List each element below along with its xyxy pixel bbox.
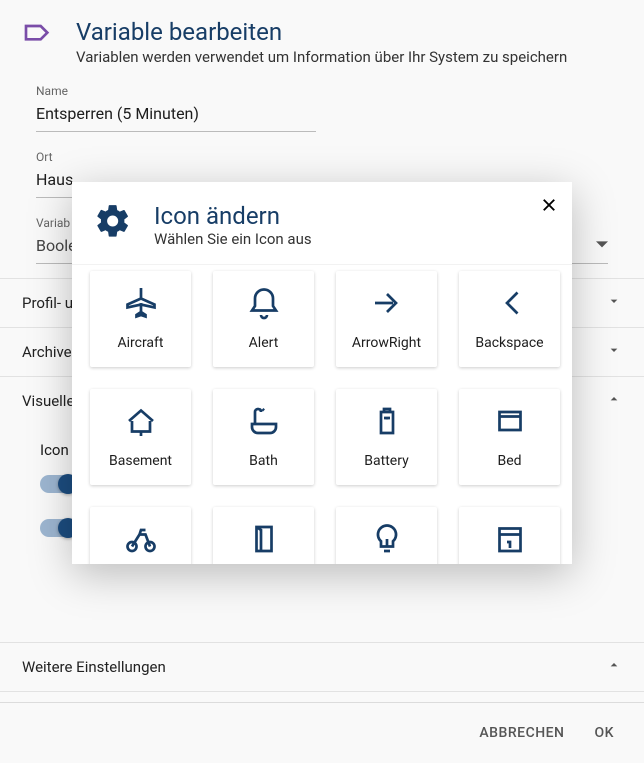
type-select-value: Boole xyxy=(36,236,77,255)
chevron-up-icon xyxy=(606,657,622,677)
book-icon xyxy=(246,521,282,561)
section-weitere[interactable]: Weitere Einstellungen xyxy=(0,643,644,691)
page-subtitle: Variablen werden verwendet um Informatio… xyxy=(76,48,567,66)
toggle-switch-2[interactable] xyxy=(40,519,76,537)
bike-icon xyxy=(123,521,159,561)
page-header: Variable bearbeiten Variablen werden ver… xyxy=(0,0,644,80)
icon-card-label: ArrowRight xyxy=(352,335,421,351)
chevron-up-icon xyxy=(606,391,622,411)
icon-card-bike[interactable]: Bike xyxy=(90,507,191,564)
toggle-switch-1[interactable] xyxy=(40,475,76,493)
calendar-icon xyxy=(492,521,528,561)
gear-icon xyxy=(94,202,132,244)
icon-picker-modal: Icon ändern Wählen Sie ein Icon aus Airc… xyxy=(72,182,572,564)
icon-card-book[interactable]: Book xyxy=(213,507,314,564)
icon-card-label: Aircraft xyxy=(117,335,163,351)
aircraft-icon xyxy=(123,285,159,325)
bath-icon xyxy=(246,403,282,443)
section-weitere-label: Weitere Einstellungen xyxy=(22,658,166,676)
chevron-down-icon xyxy=(606,342,622,362)
bulb-icon xyxy=(369,521,405,561)
icon-card-label: Bath xyxy=(249,453,278,469)
icon-scroll-area[interactable]: Aircraft Alert ArrowRight Backspace Basement… xyxy=(72,264,572,564)
section-archive-label: Archive xyxy=(22,343,72,361)
icon-card-label: Bed xyxy=(497,453,521,469)
section-visuelle-label: Visuelle xyxy=(22,392,74,410)
backspace-icon xyxy=(492,285,528,325)
section-profil-label: Profil- u xyxy=(22,294,73,312)
name-field[interactable]: Entsperren (5 Minuten) xyxy=(36,98,316,132)
alert-icon xyxy=(246,285,282,325)
icon-card-label: Basement xyxy=(109,453,172,469)
icon-card-bath[interactable]: Bath xyxy=(213,389,314,485)
chevron-down-icon xyxy=(596,236,608,255)
tag-icon xyxy=(22,18,54,54)
close-icon xyxy=(540,198,558,219)
icon-card-label: Alert xyxy=(249,335,279,351)
icon-card-backspace[interactable]: Backspace xyxy=(459,271,560,367)
battery-icon xyxy=(369,403,405,443)
icon-card-bulb[interactable]: Bulb xyxy=(336,507,437,564)
icon-card-calendar[interactable]: Calendar xyxy=(459,507,560,564)
icon-card-arrowright[interactable]: ArrowRight xyxy=(336,271,437,367)
modal-subtitle: Wählen Sie ein Icon aus xyxy=(154,230,312,248)
icon-card-battery[interactable]: Battery xyxy=(336,389,437,485)
icon-card-bed[interactable]: Bed xyxy=(459,389,560,485)
icon-card-label: Battery xyxy=(364,453,408,469)
icon-card-label: Backspace xyxy=(475,335,543,351)
basement-icon xyxy=(123,403,159,443)
bed-icon xyxy=(492,403,528,443)
icon-card-alert[interactable]: Alert xyxy=(213,271,314,367)
page-title: Variable bearbeiten xyxy=(76,18,567,46)
arrowright-icon xyxy=(369,285,405,325)
icon-card-basement[interactable]: Basement xyxy=(90,389,191,485)
ok-button[interactable]: OK xyxy=(595,725,615,741)
close-button[interactable] xyxy=(540,196,558,219)
dialog-footer: ABBRECHEN OK xyxy=(0,702,644,763)
chevron-down-icon xyxy=(606,293,622,313)
ort-field-label: Ort xyxy=(36,150,608,164)
name-field-label: Name xyxy=(36,84,608,98)
icon-card-aircraft[interactable]: Aircraft xyxy=(90,271,191,367)
cancel-button[interactable]: ABBRECHEN xyxy=(479,725,564,741)
modal-title: Icon ändern xyxy=(154,202,312,230)
